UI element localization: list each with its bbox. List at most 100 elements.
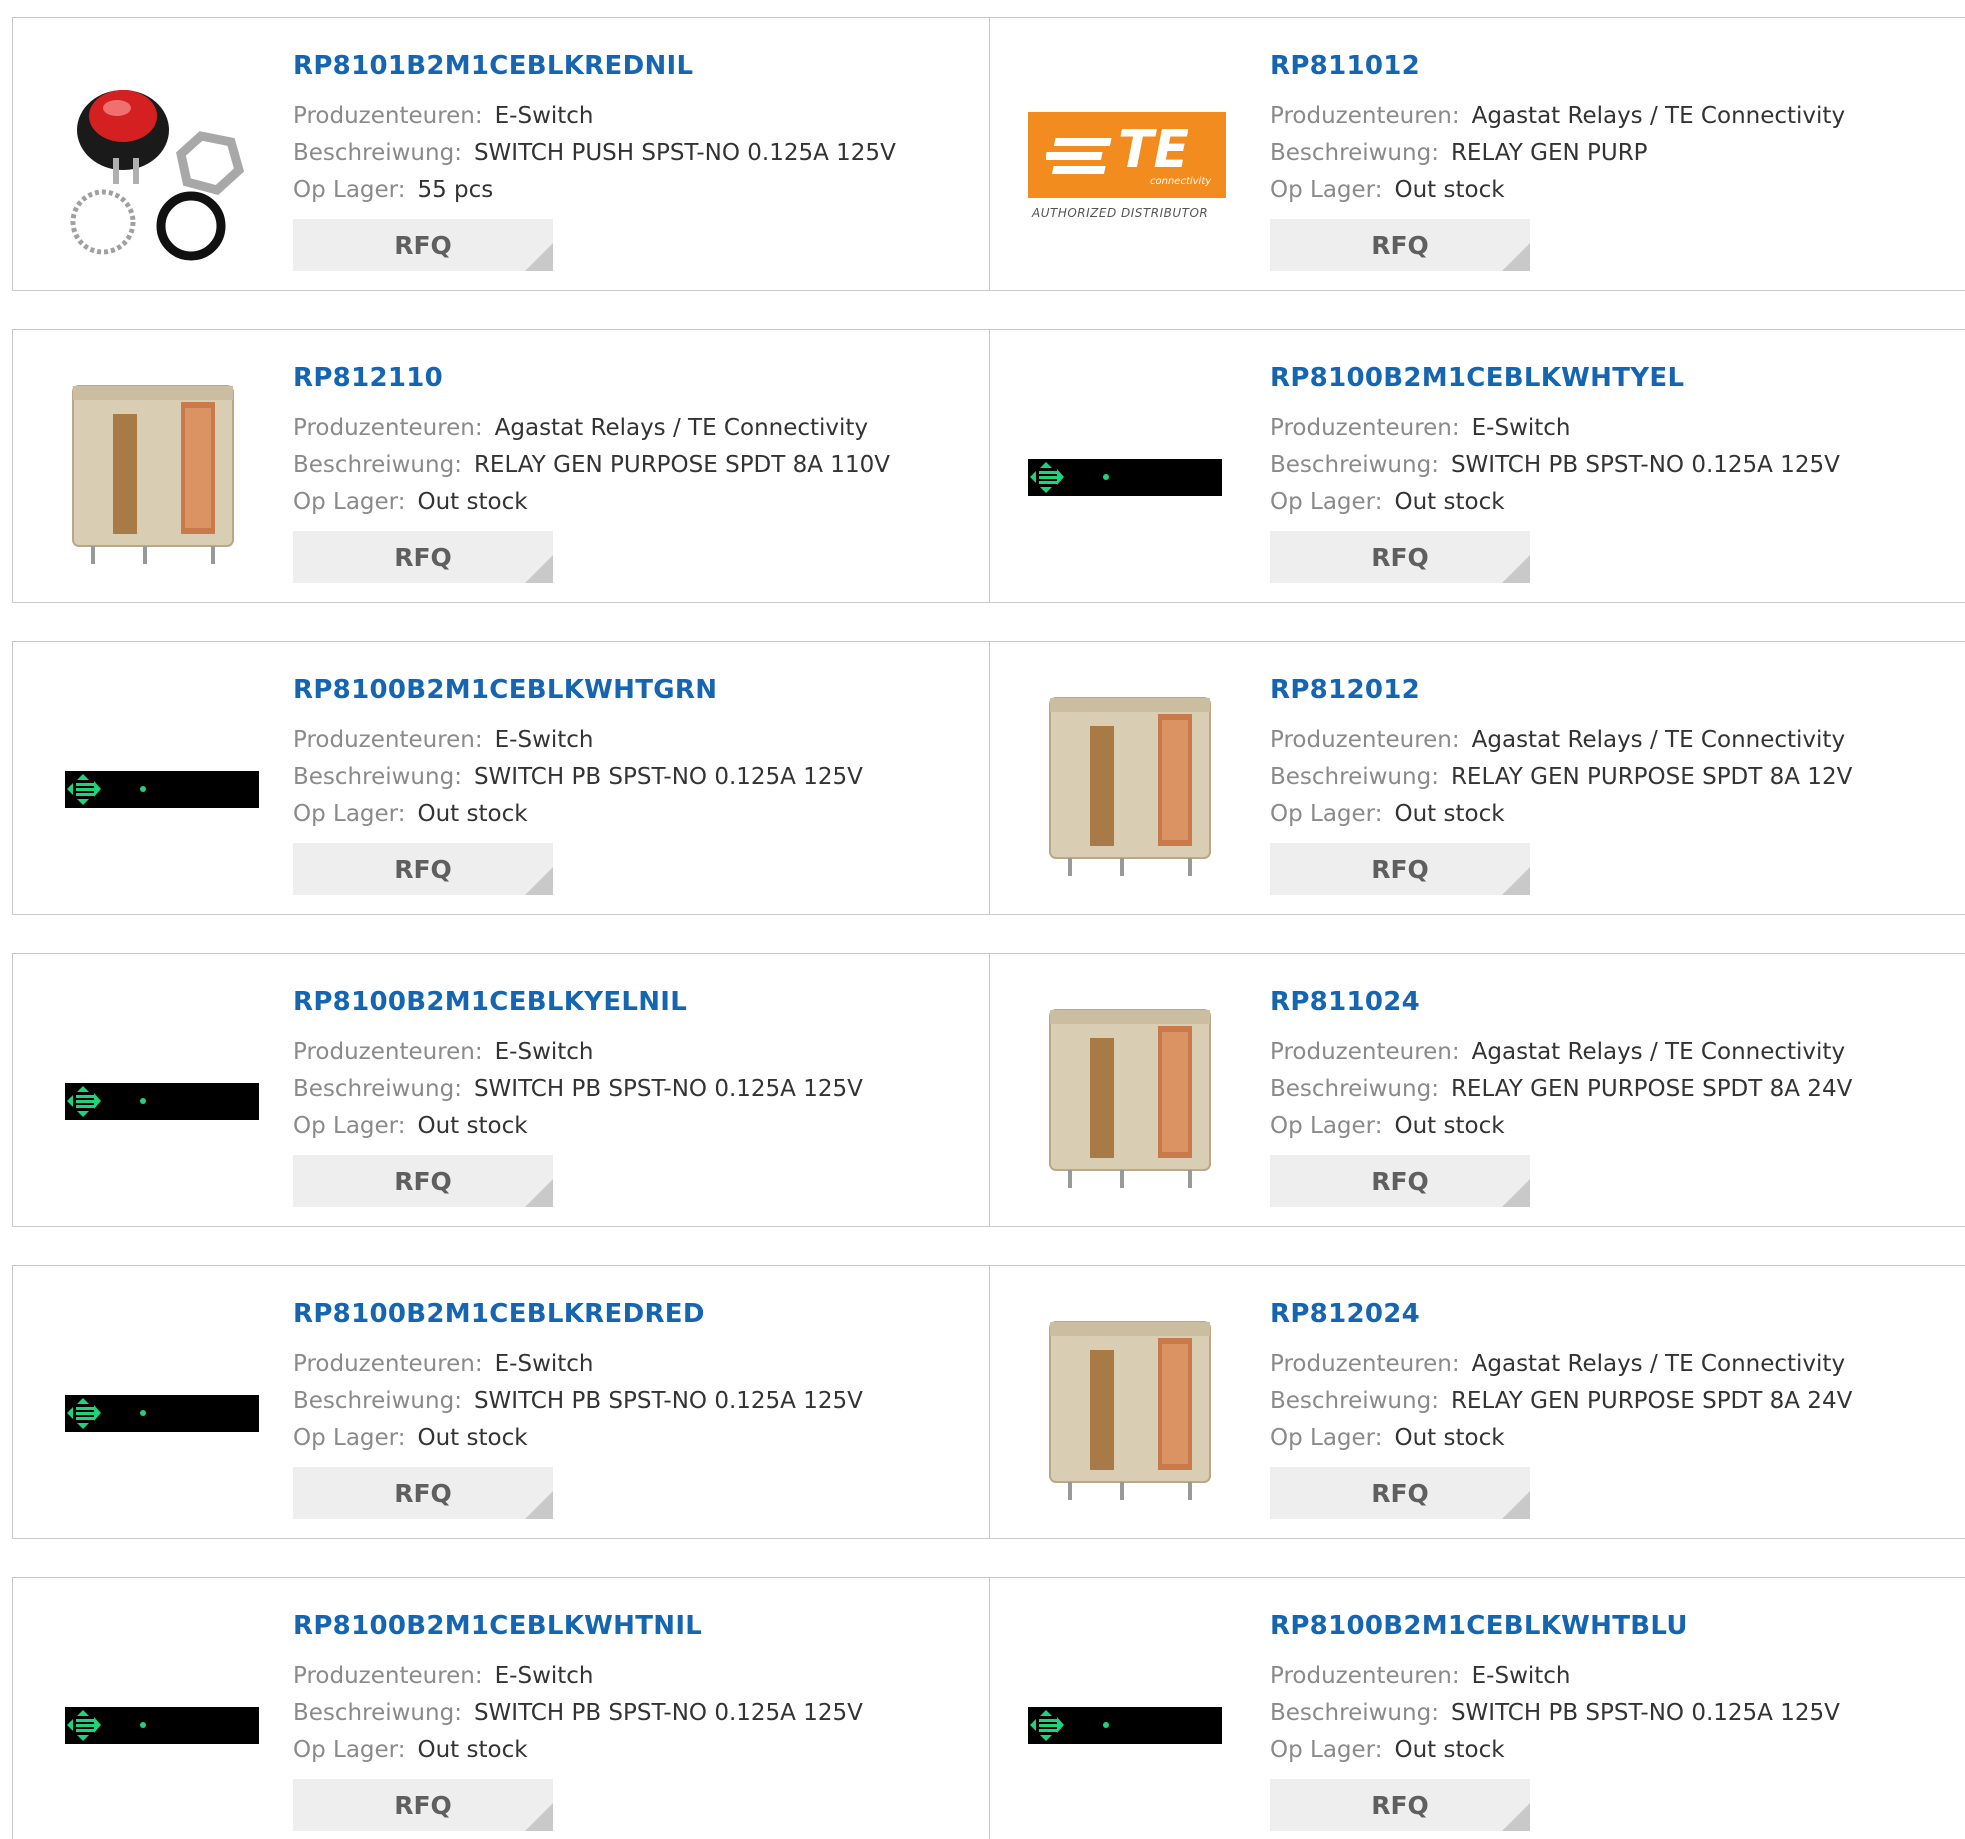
te-logo-badge: TE connectivity [1028,112,1226,198]
bar-placeholder-icon [65,1395,259,1432]
description-label: Beschreiwung: [293,452,462,478]
description-row: Beschreiwung: SWITCH PB SPST-NO 0.125A 12… [293,1383,979,1420]
part-number-link[interactable]: RP8101B2M1CEBLKREDNIL [293,48,979,84]
part-number-link[interactable]: RP812012 [1270,672,1955,708]
manufacturer-label: Produzenteuren: [1270,1351,1460,1377]
rfq-label: RFQ [394,1478,452,1508]
product-image[interactable] [51,1622,259,1822]
description-label: Beschreiwung: [293,764,462,790]
rfq-button[interactable]: RFQ [1270,1155,1530,1207]
product-image[interactable] [1028,1310,1228,1510]
stock-row: Op Lager: Out stock [1270,484,1955,521]
manufacturer-row: Produzenteuren: E-Switch [293,1034,979,1071]
stock-value: Out stock [1394,801,1505,827]
product-image[interactable] [1028,686,1228,886]
part-number-link[interactable]: RP812024 [1270,1296,1955,1332]
product-card: RP8100B2M1CEBLKWHTYEL Produzenteuren: E-S… [990,330,1965,602]
product-image[interactable]: TE connectivity AUTHORIZED DISTRIBUTOR [1028,62,1228,262]
rfq-button[interactable]: RFQ [1270,1779,1530,1831]
description-label: Beschreiwung: [1270,140,1439,166]
corner-triangle-icon [1502,1491,1530,1519]
part-number-link[interactable]: RP8100B2M1CEBLKWHTBLU [1270,1608,1955,1644]
manufacturer-value: Agastat Relays / TE Connectivity [1471,1039,1846,1065]
part-number-link[interactable]: RP8100B2M1CEBLKYELNIL [293,984,979,1020]
description-label: Beschreiwung: [1270,764,1439,790]
product-row: RP8101B2M1CEBLKREDNIL Produzenteuren: E-S… [12,17,1965,291]
product-image[interactable] [51,1310,259,1510]
manufacturer-row: Produzenteuren: Agastat Relays / TE Conne… [293,410,979,447]
product-image[interactable] [1028,1622,1228,1822]
description-value: SWITCH PB SPST-NO 0.125A 125V [1450,1700,1840,1726]
rfq-button[interactable]: RFQ [293,843,553,895]
part-number-link[interactable]: RP811012 [1270,48,1955,84]
stock-row: Op Lager: Out stock [1270,172,1955,209]
stock-row: Op Lager: Out stock [293,796,979,833]
stock-label: Op Lager: [293,177,406,203]
rfq-button[interactable]: RFQ [293,1779,553,1831]
manufacturer-label: Produzenteuren: [293,415,483,441]
product-card: RP812024 Produzenteuren: Agastat Relays /… [990,1266,1965,1538]
manufacturer-value: E-Switch [494,727,594,753]
manufacturer-label: Produzenteuren: [1270,1663,1460,1689]
relay-icon [1049,1321,1211,1500]
description-label: Beschreiwung: [293,1700,462,1726]
stock-row: Op Lager: Out stock [1270,1420,1955,1457]
te-caption: AUTHORIZED DISTRIBUTOR [1032,206,1209,220]
description-row: Beschreiwung: RELAY GEN PURPOSE SPDT 8A 1… [1270,759,1955,796]
manufacturer-label: Produzenteuren: [1270,727,1460,753]
rfq-label: RFQ [1371,1478,1429,1508]
rfq-label: RFQ [394,854,452,884]
manufacturer-label: Produzenteuren: [293,1351,483,1377]
stock-row: Op Lager: 55 pcs [293,172,979,209]
product-card: RP8100B2M1CEBLKWHTBLU Produzenteuren: E-S… [990,1578,1965,1839]
manufacturer-row: Produzenteuren: E-Switch [293,722,979,759]
description-row: Beschreiwung: SWITCH PUSH SPST-NO 0.125A … [293,135,979,172]
manufacturer-value: E-Switch [1471,1663,1571,1689]
product-card: RP812012 Produzenteuren: Agastat Relays /… [990,642,1965,914]
description-value: SWITCH PB SPST-NO 0.125A 125V [1450,452,1840,478]
product-image[interactable] [51,374,251,574]
description-value: RELAY GEN PURPOSE SPDT 8A 24V [1450,1076,1853,1102]
corner-triangle-icon [1502,555,1530,583]
product-card: RP812110 Produzenteuren: Agastat Relays /… [12,330,990,602]
manufacturer-row: Produzenteuren: E-Switch [293,1658,979,1695]
rfq-label: RFQ [1371,1166,1429,1196]
corner-triangle-icon [525,243,553,271]
description-value: SWITCH PB SPST-NO 0.125A 125V [473,1388,863,1414]
stock-value: Out stock [1394,1737,1505,1763]
manufacturer-value: E-Switch [494,1663,594,1689]
stock-label: Op Lager: [1270,177,1383,203]
description-value: RELAY GEN PURPOSE SPDT 8A 24V [1450,1388,1853,1414]
rfq-button[interactable]: RFQ [293,1155,553,1207]
rfq-label: RFQ [1371,1790,1429,1820]
part-number-link[interactable]: RP8100B2M1CEBLKWHTYEL [1270,360,1955,396]
description-row: Beschreiwung: SWITCH PB SPST-NO 0.125A 12… [293,1695,979,1732]
relay-icon [72,385,234,564]
rfq-button[interactable]: RFQ [293,219,553,271]
product-image[interactable] [1028,998,1228,1198]
manufacturer-value: Agastat Relays / TE Connectivity [1471,1351,1846,1377]
part-number-link[interactable]: RP812110 [293,360,979,396]
rfq-button[interactable]: RFQ [1270,531,1530,583]
rfq-button[interactable]: RFQ [293,531,553,583]
part-number-link[interactable]: RP8100B2M1CEBLKREDRED [293,1296,979,1332]
rfq-label: RFQ [1371,854,1429,884]
product-card: RP8100B2M1CEBLKWHTNIL Produzenteuren: E-S… [12,1578,990,1839]
rfq-button[interactable]: RFQ [293,1467,553,1519]
product-image[interactable] [51,686,259,886]
relay-icon [1049,1009,1211,1188]
manufacturer-row: Produzenteuren: E-Switch [1270,1658,1955,1695]
rfq-button[interactable]: RFQ [1270,1467,1530,1519]
part-number-link[interactable]: RP8100B2M1CEBLKWHTGRN [293,672,979,708]
product-image[interactable] [51,998,259,1198]
manufacturer-row: Produzenteuren: Agastat Relays / TE Conne… [1270,722,1955,759]
description-label: Beschreiwung: [1270,452,1439,478]
product-image[interactable] [51,62,251,262]
part-number-link[interactable]: RP811024 [1270,984,1955,1020]
rfq-button[interactable]: RFQ [1270,843,1530,895]
rfq-button[interactable]: RFQ [1270,219,1530,271]
part-number-link[interactable]: RP8100B2M1CEBLKWHTNIL [293,1608,979,1644]
description-row: Beschreiwung: SWITCH PB SPST-NO 0.125A 12… [1270,447,1955,484]
bar-placeholder-icon [65,1707,259,1744]
product-image[interactable] [1028,374,1228,574]
